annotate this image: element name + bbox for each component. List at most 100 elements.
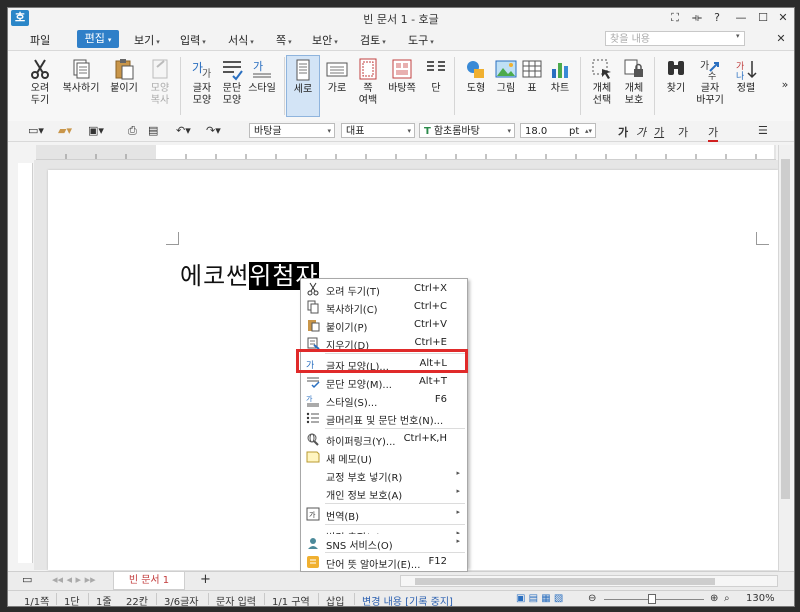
fullscreen-icon[interactable]: ⛶: [666, 10, 684, 26]
scrollbar-thumb[interactable]: [415, 578, 715, 585]
svg-text:수: 수: [708, 71, 716, 81]
cut-label-1: 오려: [30, 83, 50, 94]
sort-button[interactable]: 가나 정렬: [726, 55, 766, 117]
portrait-button[interactable]: 세로: [286, 55, 320, 117]
horizontal-scrollbar[interactable]: [400, 575, 778, 587]
zoom-search-icon[interactable]: ⌕: [724, 593, 730, 604]
font-select[interactable]: T 함초롬바탕 ▾: [419, 123, 515, 138]
open-folder-icon[interactable]: ▰▾: [58, 124, 72, 137]
status-track-changes[interactable]: 변경 내용 [기록 중지]: [362, 593, 453, 606]
menu-review[interactable]: 검토 ▾: [360, 32, 386, 48]
ctx-proofread-marks[interactable]: 교정 부호 넣기(R) ▸: [301, 466, 467, 484]
landscape-icon: [326, 62, 348, 77]
save-icon[interactable]: ▣▾: [88, 124, 104, 137]
object-protect-button[interactable]: 개체 보호: [614, 55, 654, 117]
paste-label: 붙이기: [110, 83, 138, 94]
status-section[interactable]: 1/1 구역: [272, 593, 310, 606]
search-input[interactable]: 찾을 내용: [605, 31, 745, 46]
truetype-font-icon: T: [424, 126, 431, 137]
minimize-button[interactable]: —: [732, 10, 750, 26]
add-tab-button[interactable]: +: [200, 572, 211, 587]
status-insert[interactable]: 삽입: [326, 593, 344, 606]
script-select[interactable]: 대표 ▾: [341, 123, 415, 138]
menu-security[interactable]: 보안 ▾: [312, 32, 338, 48]
status-mode[interactable]: 문자 입력: [216, 593, 256, 606]
chart-button[interactable]: 차트: [540, 55, 580, 117]
tab-list-icon[interactable]: ▭: [22, 573, 32, 586]
replace-icon: 가수: [700, 60, 719, 81]
style-select[interactable]: 바탕글 ▾: [249, 123, 335, 138]
menu-page[interactable]: 쪽 ▾: [276, 32, 292, 48]
print-icon[interactable]: ⎙: [128, 124, 137, 138]
new-doc-icon[interactable]: ▭▾: [28, 124, 44, 137]
undo-icon[interactable]: ↶▾: [176, 124, 191, 137]
ctx-new-memo[interactable]: 새 메모(U): [301, 448, 467, 466]
ctx-shortcut: F6: [434, 394, 447, 405]
sort-label: 정렬: [736, 83, 756, 94]
font-size-input[interactable]: 18.0 pt ▴▾: [520, 123, 596, 138]
bold-button[interactable]: 가: [618, 124, 628, 140]
menu-file[interactable]: 파일: [30, 32, 50, 48]
preview-icon[interactable]: ▤: [148, 124, 158, 137]
ctx-label: 교정 부호 넣기(R): [326, 473, 403, 484]
status-divider: [56, 593, 57, 605]
plain-text[interactable]: 에코썬: [180, 262, 249, 290]
dictionary-icon: [306, 555, 320, 569]
font-color-button[interactable]: 가: [708, 124, 719, 142]
zoom-slider-thumb[interactable]: [648, 594, 656, 604]
zoom-out-icon[interactable]: ⊖: [588, 593, 596, 604]
copy-icon: [73, 59, 90, 79]
strike-button[interactable]: 가: [678, 124, 688, 140]
zoom-in-icon[interactable]: ⊕: [710, 593, 718, 604]
vertical-ruler[interactable]: [18, 163, 33, 563]
ctx-privacy[interactable]: 개인 정보 보호(A) ▸: [301, 484, 467, 502]
replace-button[interactable]: 가수 글자 바꾸기: [690, 55, 730, 117]
ctx-bullets[interactable]: 글머리표 및 문단 번호(N)...: [301, 409, 467, 427]
ribbon-expand-icon[interactable]: »: [776, 77, 794, 93]
columns-button[interactable]: 단: [416, 55, 456, 117]
help-icon[interactable]: ?: [708, 10, 726, 26]
paste-button[interactable]: 붙이기: [104, 55, 144, 117]
maximize-button[interactable]: ☐: [754, 10, 772, 26]
close-button[interactable]: ✕: [774, 10, 792, 26]
tab-document-1[interactable]: 빈 문서 1: [113, 572, 185, 590]
translate-icon: 가: [306, 507, 320, 521]
horizontal-ruler[interactable]: [36, 145, 776, 160]
status-page[interactable]: 1/1쪽: [24, 593, 49, 606]
ctx-translate[interactable]: 가 번역(B) ▸: [301, 505, 467, 523]
view-mode-icons[interactable]: ▣ ▤ ▦ ▧: [516, 593, 563, 604]
menu-format[interactable]: 서식 ▾: [228, 32, 254, 48]
tab-nav-arrows[interactable]: ◂◂ ◂ ▸ ▸▸: [52, 573, 96, 586]
zoom-level[interactable]: 130%: [746, 593, 775, 604]
menu-insert[interactable]: 입력 ▾: [180, 32, 206, 48]
ctx-sns-service[interactable]: SNS 서비스(O) ▸: [301, 534, 467, 552]
ctx-paste[interactable]: 붙이기(P) Ctrl+V: [301, 316, 467, 334]
cut-button[interactable]: 오려 두기: [20, 55, 60, 117]
scrollbar-thumb[interactable]: [781, 159, 790, 499]
menu-tools[interactable]: 도구 ▾: [408, 32, 434, 48]
ctx-separator: [325, 428, 465, 429]
redo-icon[interactable]: ↷▾: [206, 124, 221, 137]
format-toolbar: ▭▾ ▰▾ ▣▾ ⎙ ▤ ↶▾ ↷▾ 바탕글 ▾ 대표 ▾ T 함초롬바탕 ▾ 18.0…: [8, 121, 794, 142]
ctx-para-shape[interactable]: 문단 모양(M)... Alt+T: [301, 373, 467, 391]
split-view-icon[interactable]: ⟛: [688, 10, 706, 26]
ribbon-close-icon[interactable]: ✕: [772, 31, 790, 47]
style-button[interactable]: 가 스타일: [242, 55, 282, 117]
italic-button[interactable]: 가: [636, 124, 646, 140]
copy-label: 복사하기: [62, 83, 100, 94]
document-text[interactable]: 에코썬위첨자: [180, 256, 319, 291]
chevron-down-icon[interactable]: ▾: [736, 32, 740, 40]
menu-edit[interactable]: 편집 ▾: [77, 30, 119, 48]
ctx-style[interactable]: 가 스타일(S)... F6: [301, 391, 467, 409]
ctx-copy[interactable]: 복사하기(C) Ctrl+C: [301, 298, 467, 316]
ctx-cut[interactable]: 오려 두기(T) Ctrl+X: [301, 280, 467, 298]
vertical-scrollbar[interactable]: [778, 145, 793, 571]
format-painter-button[interactable]: 모양 복사: [140, 55, 180, 117]
svg-text:가: 가: [253, 60, 263, 73]
ctx-hyperlink[interactable]: 하이퍼링크(Y)... Ctrl+K,H: [301, 430, 467, 448]
underline-button[interactable]: 가: [654, 124, 664, 140]
copy-button[interactable]: 복사하기: [58, 55, 104, 117]
menu-view[interactable]: 보기 ▾: [134, 32, 160, 48]
align-justify-icon[interactable]: ☰: [758, 124, 768, 137]
ctx-dictionary[interactable]: 단어 뜻 알아보기(E)... F12: [301, 553, 467, 571]
